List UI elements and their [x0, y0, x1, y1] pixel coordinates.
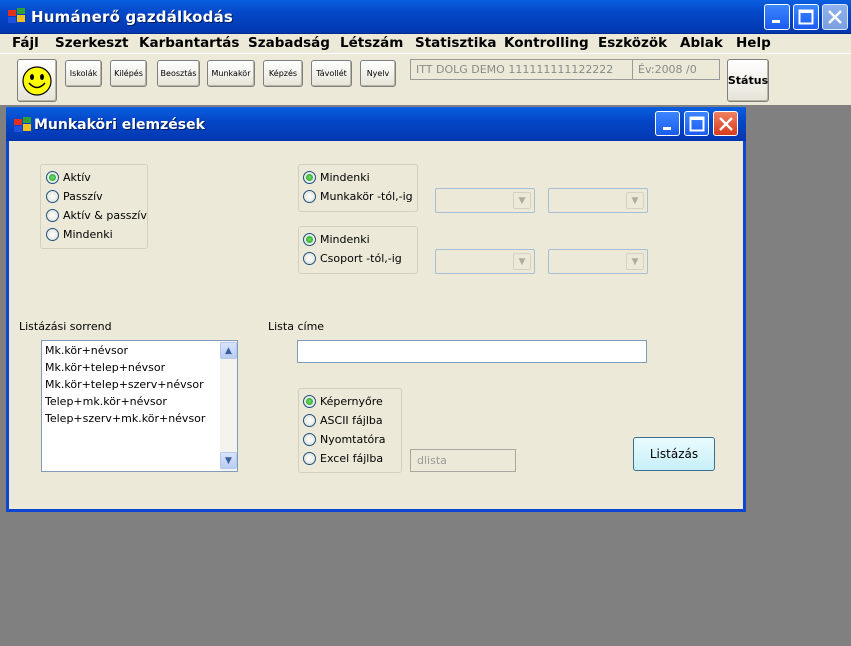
radio-unchecked-icon	[303, 452, 316, 465]
minimize-icon	[772, 20, 780, 23]
beosztas-button[interactable]: Beosztás	[157, 60, 200, 87]
radio-group-range[interactable]: Csoport -tól,-ig	[303, 252, 402, 265]
job-from-select[interactable]: ▼	[435, 188, 535, 213]
radio-unchecked-icon	[303, 433, 316, 446]
file-name-input[interactable]: dlista	[410, 449, 516, 472]
nyelv-button[interactable]: Nyelv	[360, 60, 396, 87]
company-status-field: ITT DOLG DEMO 111111111122222	[410, 59, 633, 80]
close-icon	[718, 116, 733, 131]
minimize-button[interactable]	[764, 4, 790, 30]
radio-mindenki[interactable]: Mindenki	[46, 228, 113, 241]
job-to-select[interactable]: ▼	[548, 188, 648, 213]
child-window-titlebar[interactable]: Munkaköri elemzések	[6, 107, 746, 141]
radio-excel[interactable]: Excel fájlba	[303, 452, 383, 465]
radio-aktiv-passziv[interactable]: Aktív & passzív	[46, 209, 147, 222]
child-maximize-button[interactable]	[684, 111, 709, 136]
radio-unchecked-icon	[303, 252, 316, 265]
menu-help[interactable]: Help	[736, 35, 771, 51]
maximize-icon	[689, 116, 704, 131]
list-item[interactable]: Telep+szerv+mk.kör+névsor	[42, 412, 237, 429]
maximize-button[interactable]	[793, 4, 819, 30]
menu-szerkeszt[interactable]: Szerkeszt	[55, 35, 129, 51]
list-scrollbar[interactable]: ▲ ▼	[220, 341, 237, 471]
window-icon	[14, 117, 31, 132]
app-title: Humánerő gazdálkodás	[31, 8, 234, 26]
radio-checked-icon	[46, 171, 59, 184]
radio-checked-icon	[303, 395, 316, 408]
scroll-down-icon[interactable]: ▼	[220, 452, 237, 469]
menu-ablak[interactable]: Ablak	[680, 35, 723, 51]
close-button[interactable]	[822, 4, 848, 30]
kilepes-button[interactable]: Kilépés	[110, 60, 147, 87]
scroll-up-icon[interactable]: ▲	[220, 342, 237, 359]
munkakor-button[interactable]: Munkakör	[207, 60, 255, 87]
status-button[interactable]: Státus	[727, 59, 769, 102]
minimize-icon	[662, 126, 671, 130]
menu-szabadsag[interactable]: Szabadság	[248, 35, 330, 51]
toolbar: Iskolák Kilépés Beosztás Munkakör Képzés…	[0, 53, 851, 105]
menu-kontrolling[interactable]: Kontrolling	[504, 35, 589, 51]
maximize-icon	[798, 9, 814, 25]
chevron-down-icon: ▼	[626, 192, 644, 209]
sort-listbox[interactable]: Mk.kör+névsor Mk.kör+telep+névsor Mk.kör…	[41, 340, 238, 472]
list-item[interactable]: Mk.kör+telep+névsor	[42, 361, 237, 378]
radio-unchecked-icon	[46, 209, 59, 222]
radio-kepernyore[interactable]: Képernyőre	[303, 395, 383, 408]
radio-nyomtatora[interactable]: Nyomtatóra	[303, 433, 386, 446]
kepzes-button[interactable]: Képzés	[263, 60, 303, 87]
list-button[interactable]: Listázás	[633, 437, 715, 471]
chevron-down-icon: ▼	[513, 253, 531, 270]
menu-bar: Fájl Szerkeszt Karbantartás Szabadság Lé…	[0, 34, 851, 53]
sort-label: Listázási sorrend	[19, 320, 112, 333]
radio-group-mindenki[interactable]: Mindenki	[303, 233, 370, 246]
list-title-label: Lista címe	[268, 320, 325, 333]
radio-checked-icon	[303, 233, 316, 246]
radio-unchecked-icon	[303, 414, 316, 427]
list-title-input[interactable]	[297, 340, 647, 363]
radio-unchecked-icon	[303, 190, 316, 203]
radio-job-range[interactable]: Munkakör -tól,-ig	[303, 190, 413, 203]
list-item[interactable]: Telep+mk.kör+névsor	[42, 395, 237, 412]
menu-statisztika[interactable]: Statisztika	[415, 35, 496, 51]
child-minimize-button[interactable]	[655, 111, 680, 136]
group-to-select[interactable]: ▼	[548, 249, 648, 274]
child-window-title: Munkaköri elemzések	[34, 117, 205, 133]
list-item[interactable]: Mk.kör+névsor	[42, 344, 237, 361]
iskolak-button[interactable]: Iskolák	[65, 60, 102, 87]
chevron-down-icon: ▼	[626, 253, 644, 270]
menu-eszkozok[interactable]: Eszközök	[598, 35, 667, 51]
smiley-icon	[22, 65, 52, 96]
radio-job-mindenki[interactable]: Mindenki	[303, 171, 370, 184]
radio-checked-icon	[303, 171, 316, 184]
radio-unchecked-icon	[46, 228, 59, 241]
app-icon	[8, 8, 25, 23]
year-field: Év:2008 /0	[632, 59, 720, 80]
smiley-button[interactable]	[17, 59, 57, 102]
app-titlebar[interactable]: Humánerő gazdálkodás	[0, 0, 851, 34]
group-from-select[interactable]: ▼	[435, 249, 535, 274]
radio-aktiv[interactable]: Aktív	[46, 171, 91, 184]
tavollet-button[interactable]: Távollét	[311, 60, 352, 87]
radio-unchecked-icon	[46, 190, 59, 203]
radio-passziv[interactable]: Passzív	[46, 190, 103, 203]
close-icon	[828, 10, 842, 24]
child-close-button[interactable]	[713, 111, 738, 136]
menu-letszam[interactable]: Létszám	[340, 35, 403, 51]
chevron-down-icon: ▼	[513, 192, 531, 209]
list-item[interactable]: Mk.kör+telep+szerv+névsor	[42, 378, 237, 395]
radio-ascii[interactable]: ASCII fájlba	[303, 414, 383, 427]
menu-karbantartas[interactable]: Karbantartás	[139, 35, 239, 51]
menu-fajl[interactable]: Fájl	[12, 35, 39, 51]
